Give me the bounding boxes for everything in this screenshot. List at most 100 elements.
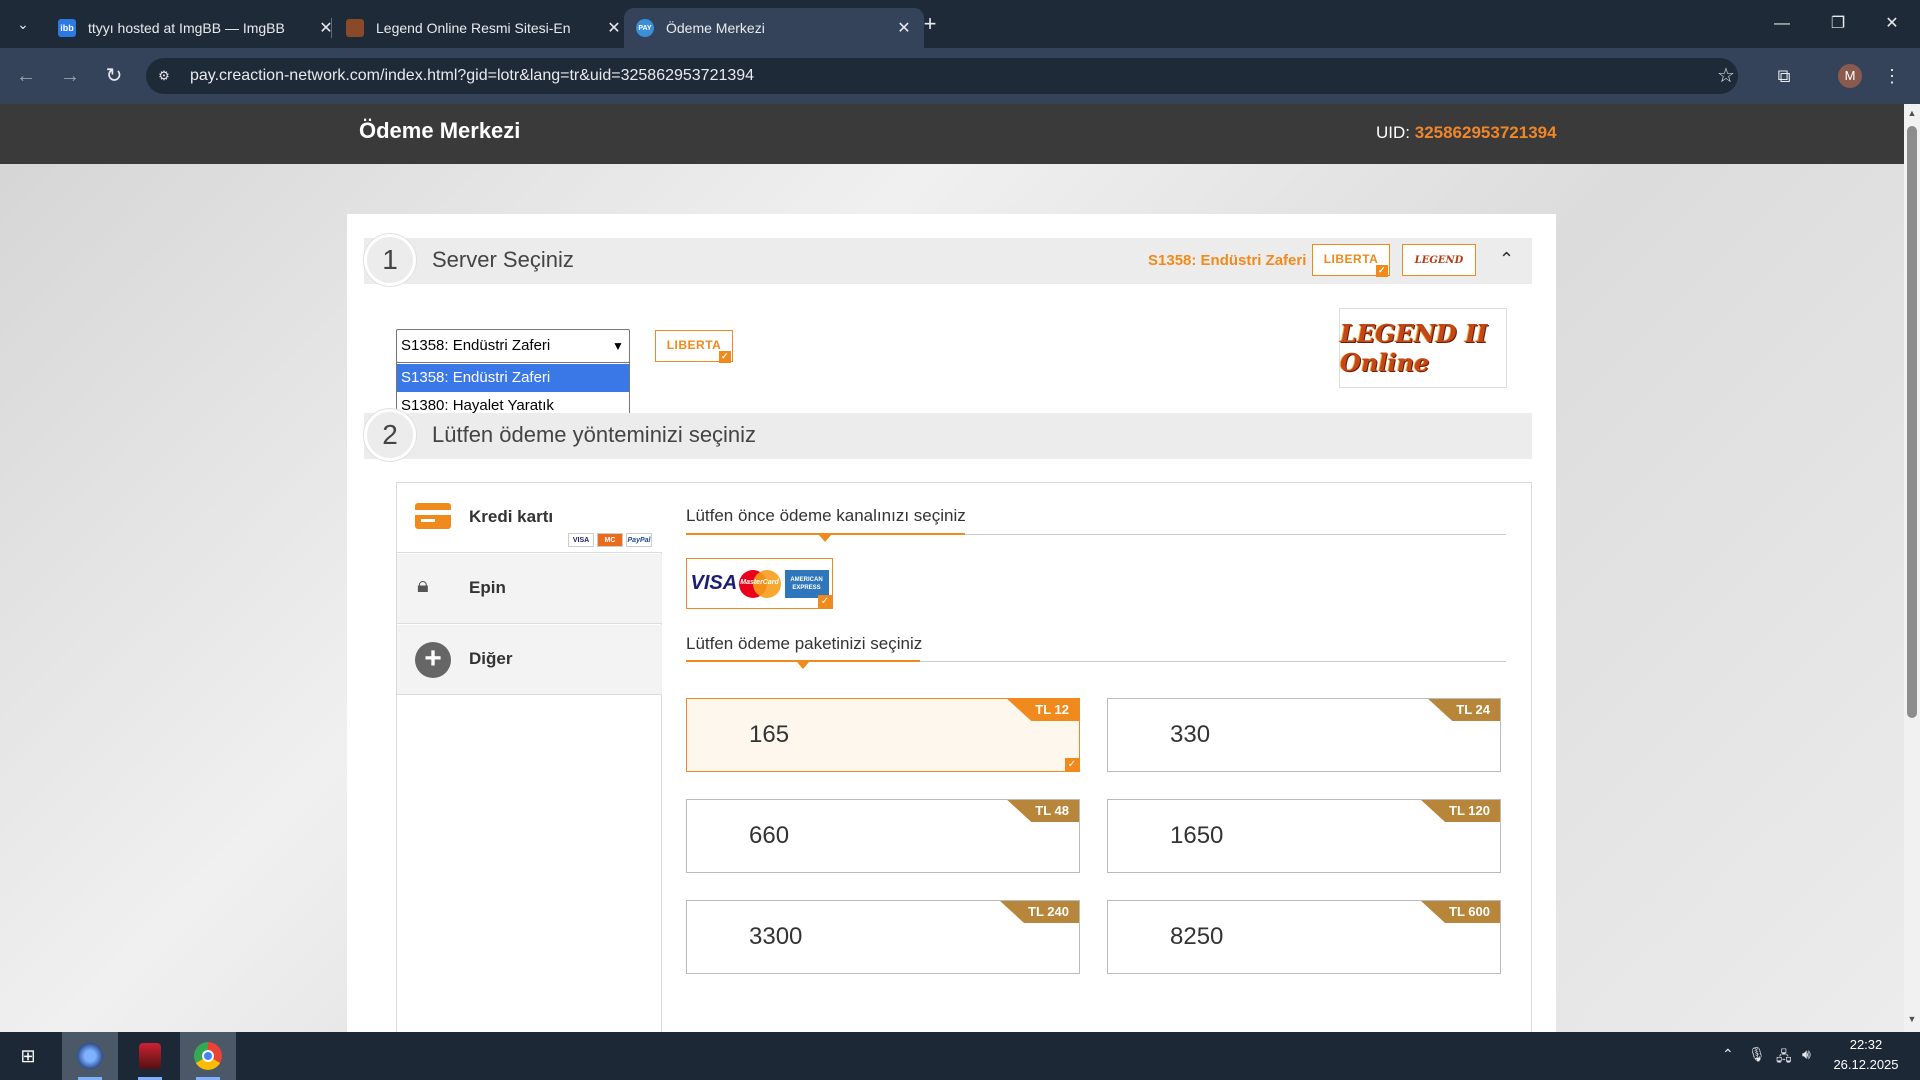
- package-option[interactable]: 330 TL 24: [1107, 698, 1501, 772]
- new-tab-icon[interactable]: +: [918, 12, 942, 36]
- package-amount: 1650: [1170, 822, 1224, 849]
- windows-taskbar: [0, 1032, 1920, 1080]
- chevron-down-icon[interactable]: ▼: [608, 329, 628, 363]
- extensions-icon[interactable]: ⧉: [1770, 62, 1798, 90]
- microphone-icon[interactable]: 🎙︎: [1748, 1046, 1766, 1063]
- method-label: Diğer: [469, 649, 513, 668]
- close-tab-icon[interactable]: ✕: [896, 18, 912, 38]
- liberta-server-badge[interactable]: LIBERTA: [655, 330, 733, 363]
- package-option[interactable]: 8250 TL 600: [1107, 900, 1501, 974]
- visa-mini-icon: VISA: [568, 533, 594, 547]
- server-option[interactable]: S1358: Endüstri Zaferi: [397, 364, 629, 392]
- circle-app-icon: [77, 1043, 103, 1069]
- tab-separator: [331, 18, 332, 38]
- channel-visa-mc-amex[interactable]: VISA MasterCard AMERICAN EXPRESS: [686, 558, 833, 609]
- package-amount: 660: [749, 822, 790, 849]
- package-amount: 3300: [749, 923, 803, 950]
- credit-card-icon: [415, 503, 451, 529]
- tab-title: Legend Online Resmi Sitesi-En: [376, 20, 571, 36]
- package-option[interactable]: 165 TL 12: [686, 698, 1080, 772]
- amex-logo: AMERICAN EXPRESS: [784, 569, 829, 598]
- tab-odeme-merkezi[interactable]: PAY Ödeme Merkezi ✕: [624, 8, 924, 48]
- tab-legend-online[interactable]: Legend Online Resmi Sitesi-En ✕: [334, 8, 634, 48]
- method-other[interactable]: + Diğer: [397, 625, 662, 695]
- game-app-icon: [139, 1043, 161, 1069]
- tab-search-icon[interactable]: ⌄: [12, 12, 34, 36]
- package-price: TL 240: [1000, 901, 1079, 923]
- taskbar-app-game[interactable]: [122, 1032, 178, 1080]
- scroll-up-icon[interactable]: ▲: [1904, 108, 1920, 122]
- paypal-mini-icon: PayPal: [626, 533, 652, 547]
- package-option[interactable]: 3300 TL 240: [686, 900, 1080, 974]
- visa-logo: VISA: [690, 572, 738, 594]
- imgbb-icon: ibb: [58, 19, 76, 37]
- pointer-triangle: [819, 535, 831, 542]
- chrome-icon: [194, 1042, 222, 1070]
- server-select[interactable]: S1358: Endüstri Zaferi: [396, 329, 630, 363]
- game-logo-text: LEGEND II Online: [1340, 319, 1488, 377]
- mastercard-mini-icon: MC: [597, 533, 623, 547]
- taskbar-clock[interactable]: 22:32 26.12.2025: [1820, 1035, 1912, 1075]
- package-amount: 8250: [1170, 923, 1224, 950]
- uid-label: UID:: [1376, 123, 1410, 142]
- windows-start-icon[interactable]: ⊞: [0, 1032, 56, 1080]
- page-viewport: Ödeme Merkezi UID: 325862953721394 1 Ser…: [0, 104, 1904, 1032]
- clock-date: 26.12.2025: [1833, 1057, 1899, 1072]
- profile-avatar[interactable]: M: [1838, 64, 1862, 88]
- tab-imgbb[interactable]: ibb ttyyı hosted at ImgBB — ImgBB ✕: [46, 8, 346, 48]
- tab-title: ttyyı hosted at ImgBB — ImgBB: [88, 20, 285, 36]
- package-amount: 330: [1170, 721, 1211, 748]
- close-tab-icon[interactable]: ✕: [606, 18, 622, 38]
- legend-mini-logo: LEGEND: [1402, 244, 1476, 276]
- restore-icon[interactable]: ❐: [1818, 10, 1858, 38]
- back-icon[interactable]: ←: [12, 62, 40, 90]
- plus-icon: +: [415, 642, 451, 678]
- forward-icon[interactable]: →: [56, 62, 84, 90]
- package-price: TL 120: [1421, 800, 1500, 822]
- scrollbar-thumb[interactable]: [1907, 126, 1917, 718]
- package-section-title: Lütfen ödeme paketinizi seçiniz: [686, 634, 923, 653]
- channel-section-title: Lütfen önce ödeme kanalınızı seçiniz: [686, 506, 966, 525]
- pay-icon: PAY: [636, 19, 654, 37]
- mastercard-text: MasterCard: [740, 578, 779, 586]
- reload-icon[interactable]: ↻: [100, 62, 128, 90]
- site-header: [0, 104, 1904, 164]
- uid-value: 325862953721394: [1414, 123, 1557, 142]
- uid-display: UID: 325862953721394: [1376, 123, 1557, 143]
- scroll-down-icon[interactable]: ▼: [1904, 1014, 1920, 1028]
- package-price: TL 12: [1007, 699, 1079, 721]
- method-epin[interactable]: 🔒︎ Epin: [397, 554, 662, 624]
- minimize-icon[interactable]: —: [1762, 10, 1802, 38]
- taskbar-app-chrome[interactable]: [180, 1032, 236, 1080]
- selected-server-summary: S1358: Endüstri Zaferi: [1148, 252, 1307, 269]
- liberta-badge: LIBERTA: [1312, 244, 1390, 277]
- volume-icon[interactable]: 🔊︎: [1802, 1046, 1811, 1063]
- method-credit-card[interactable]: Kredi kartı VISA MC PayPal: [397, 483, 662, 553]
- package-amount: 165: [749, 721, 790, 748]
- page-title: Ödeme Merkezi: [359, 118, 521, 143]
- game-logo: LEGEND II Online: [1339, 308, 1507, 388]
- step1-number: 1: [364, 234, 416, 286]
- method-label: Epin: [469, 578, 506, 597]
- package-price: TL 48: [1007, 800, 1079, 822]
- browser-menu-icon[interactable]: ⋮: [1882, 62, 1902, 90]
- taskbar-app-circle[interactable]: [62, 1032, 118, 1080]
- url-text[interactable]: pay.creaction-network.com/index.html?gid…: [190, 58, 754, 94]
- tray-chevron-icon[interactable]: ⌃: [1722, 1046, 1734, 1063]
- package-option[interactable]: 1650 TL 120: [1107, 799, 1501, 873]
- network-icon[interactable]: 🖧︎: [1776, 1046, 1792, 1070]
- bookmark-star-icon[interactable]: ☆: [1712, 62, 1740, 90]
- step2-number: 2: [364, 409, 416, 461]
- package-price: TL 24: [1428, 699, 1500, 721]
- mini-logo-text: LEGEND: [1414, 254, 1464, 266]
- pointer-triangle: [797, 662, 809, 669]
- method-label: Kredi kartı: [469, 507, 554, 526]
- site-info-icon[interactable]: ⚙: [154, 66, 174, 86]
- server-dropdown[interactable]: S1358: Endüstri Zaferi S1380: Hayalet Ya…: [396, 362, 630, 420]
- package-price: TL 600: [1421, 901, 1500, 923]
- package-option[interactable]: 660 TL 48: [686, 799, 1080, 873]
- close-window-icon[interactable]: ✕: [1872, 10, 1912, 38]
- step2-label: Lütfen ödeme yönteminizi seçiniz: [432, 422, 757, 447]
- chevron-up-icon[interactable]: ⌃: [1499, 249, 1514, 270]
- clock-time: 22:32: [1849, 1037, 1883, 1052]
